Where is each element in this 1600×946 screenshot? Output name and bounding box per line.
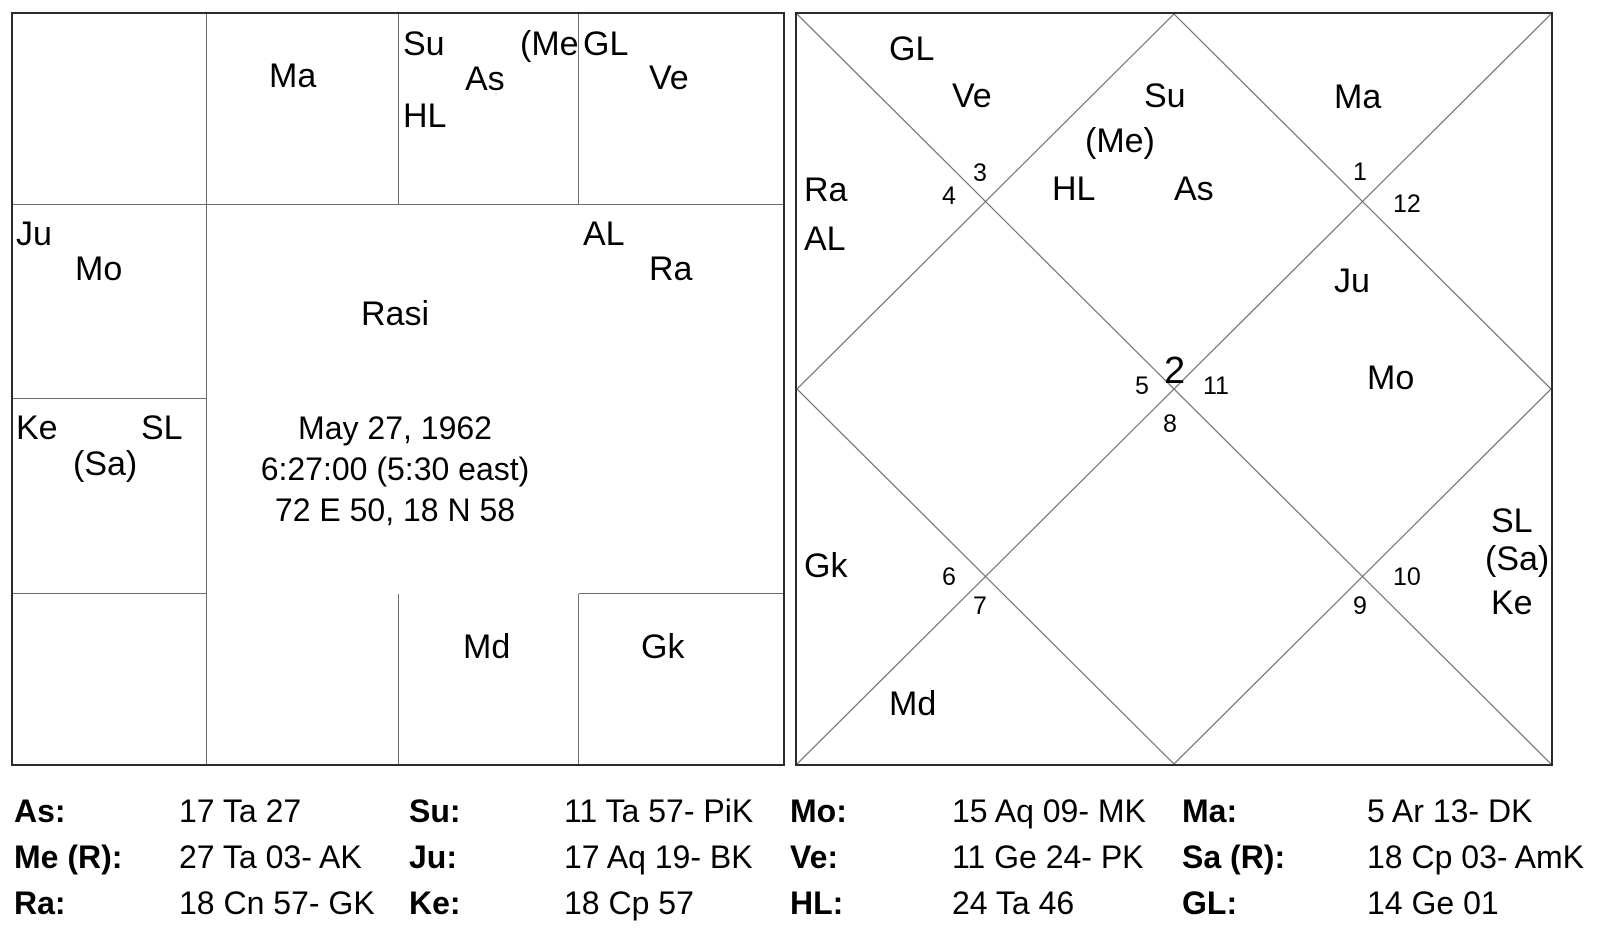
rasi-cell-r4c3[interactable]: Md <box>399 594 579 764</box>
north-planet-ju: Ju <box>1334 262 1370 300</box>
row-key-me: Me (R): <box>14 839 123 875</box>
special-hl: HL <box>403 97 447 135</box>
north-planet-ma: Ma <box>1334 78 1382 116</box>
house-number-9: 9 <box>1353 592 1367 620</box>
row-value-hl: 24 Ta 46 <box>952 885 1075 921</box>
planet-ju: Ju <box>16 215 52 253</box>
birth-details: May 27, 1962 6:27:00 (5:30 east) 72 E 50… <box>260 410 530 528</box>
row-value-ma: 5 Ar 13- DK <box>1367 793 1533 829</box>
row-value-ra: 18 Cn 57- GK <box>179 885 375 921</box>
rasi-cell-r2c1[interactable]: Ju Mo <box>13 205 207 399</box>
rasi-cell-r2c4[interactable]: AL Ra <box>579 205 783 399</box>
house-number-11: 11 <box>1203 372 1229 400</box>
rasi-cell-r1c1[interactable] <box>13 14 207 205</box>
planet-sa: (Sa) <box>73 445 138 483</box>
table-row: Ra: 18 Cn 57- GK Ke: 18 Cp 57 <box>14 880 782 926</box>
rasi-cell-r4c4[interactable]: Gk <box>579 594 783 764</box>
row-value-su: 11 Ta 57- PiK <box>564 793 754 829</box>
row-value-ke: 18 Cp 57 <box>564 885 694 921</box>
rasi-cell-r4c2[interactable] <box>207 594 399 764</box>
special-gk: Gk <box>641 628 685 666</box>
north-planet-su: Su <box>1144 77 1186 115</box>
row-key-ju: Ju: <box>409 839 457 875</box>
house-number-3: 3 <box>973 159 987 187</box>
row-key-gl: GL: <box>1182 885 1238 921</box>
north-planet-me: (Me) <box>1085 122 1155 160</box>
house-number-1: 1 <box>1353 158 1367 186</box>
planet-ve: Ve <box>649 59 689 97</box>
row-key-ve: Ve: <box>790 839 839 875</box>
house-number-2: 2 <box>1164 350 1186 392</box>
row-key-ma: Ma: <box>1182 793 1238 829</box>
planet-ma: Ma <box>269 57 317 95</box>
planet-mo: Mo <box>75 250 123 288</box>
special-gl: GL <box>583 25 629 63</box>
rasi-cell-r1c4[interactable]: GL Ve <box>579 14 783 205</box>
table-row: HL: 24 Ta 46 GL: 14 Ge 01 <box>790 880 1590 926</box>
planet-ra: Ra <box>649 250 693 288</box>
table-row: Ve: 11 Ge 24- PK Sa (R): 18 Cp 03- AmK <box>790 834 1590 880</box>
special-sl: SL <box>141 409 183 447</box>
row-key-mo: Mo: <box>790 793 847 829</box>
house-number-4: 4 <box>942 182 956 210</box>
north-planet-mo: Mo <box>1367 359 1415 397</box>
lagna-as: As <box>465 60 505 98</box>
north-special-gk: Gk <box>804 547 848 585</box>
table-row: As: 17 Ta 27 Su: 11 Ta 57- PiK <box>14 788 782 834</box>
rasi-cell-r3c1[interactable]: Ke SL (Sa) <box>13 399 207 594</box>
north-planet-ve: Ve <box>952 77 992 115</box>
rasi-cell-r1c2[interactable]: Ma <box>207 14 399 205</box>
north-lagna-as: As <box>1174 170 1214 208</box>
special-al: AL <box>583 215 625 253</box>
house-number-5: 5 <box>1135 372 1149 400</box>
north-planet-ke: Ke <box>1491 584 1533 622</box>
planet-positions-table-left: As: 17 Ta 27 Su: 11 Ta 57- PiK Me (R): 2… <box>14 788 782 926</box>
row-value-me: 27 Ta 03- AK <box>179 839 362 875</box>
rasi-cell-r4c1[interactable] <box>13 594 207 764</box>
north-special-md: Md <box>889 685 937 723</box>
row-value-as: 17 Ta 27 <box>179 793 302 829</box>
north-planet-sa: (Sa) <box>1485 540 1550 578</box>
row-value-sa: 18 Cp 03- AmK <box>1367 839 1584 875</box>
planet-positions-table-right: Mo: 15 Aq 09- MK Ma: 5 Ar 13- DK Ve: 11 … <box>790 788 1590 926</box>
row-key-su: Su: <box>409 793 461 829</box>
house-number-10: 10 <box>1393 563 1421 591</box>
row-value-ju: 17 Aq 19- BK <box>564 839 753 875</box>
house-number-7: 7 <box>973 592 987 620</box>
rasi-chart: Ma Su As (Me HL GL Ve Ju Mo AL Ra Ke SL … <box>11 12 785 766</box>
rasi-cell-r1c3[interactable]: Su As (Me HL <box>399 14 579 205</box>
north-planet-ra: Ra <box>804 171 848 209</box>
row-key-hl: HL: <box>790 885 844 921</box>
row-key-sa: Sa (R): <box>1182 839 1286 875</box>
north-indian-chart: 1 12 3 4 2 5 11 8 6 7 10 9 GL Ve Su (Me)… <box>795 12 1553 766</box>
north-special-sl: SL <box>1491 502 1533 540</box>
north-special-al: AL <box>804 220 846 258</box>
row-value-gl: 14 Ge 01 <box>1367 885 1499 921</box>
rasi-cell-r3c4[interactable] <box>579 399 783 594</box>
north-special-gl: GL <box>889 30 935 68</box>
planet-me-clipped: (Me <box>520 25 579 63</box>
special-md: Md <box>463 628 511 666</box>
row-key-ke: Ke: <box>409 885 461 921</box>
house-number-6: 6 <box>942 563 956 591</box>
planet-su: Su <box>403 25 445 63</box>
row-value-ve: 11 Ge 24- PK <box>952 839 1144 875</box>
rasi-center-panel: Rasi May 27, 1962 6:27:00 (5:30 east) 72… <box>209 207 581 594</box>
rasi-chart-title: Rasi <box>360 295 430 333</box>
table-row: Me (R): 27 Ta 03- AK Ju: 17 Aq 19- BK <box>14 834 782 880</box>
house-number-12: 12 <box>1393 190 1421 218</box>
north-special-hl: HL <box>1052 170 1096 208</box>
planet-ke: Ke <box>16 409 58 447</box>
table-row: Mo: 15 Aq 09- MK Ma: 5 Ar 13- DK <box>790 788 1590 834</box>
row-key-as: As: <box>14 793 66 829</box>
house-number-8: 8 <box>1163 410 1177 438</box>
row-value-mo: 15 Aq 09- MK <box>952 793 1146 829</box>
row-key-ra: Ra: <box>14 885 66 921</box>
